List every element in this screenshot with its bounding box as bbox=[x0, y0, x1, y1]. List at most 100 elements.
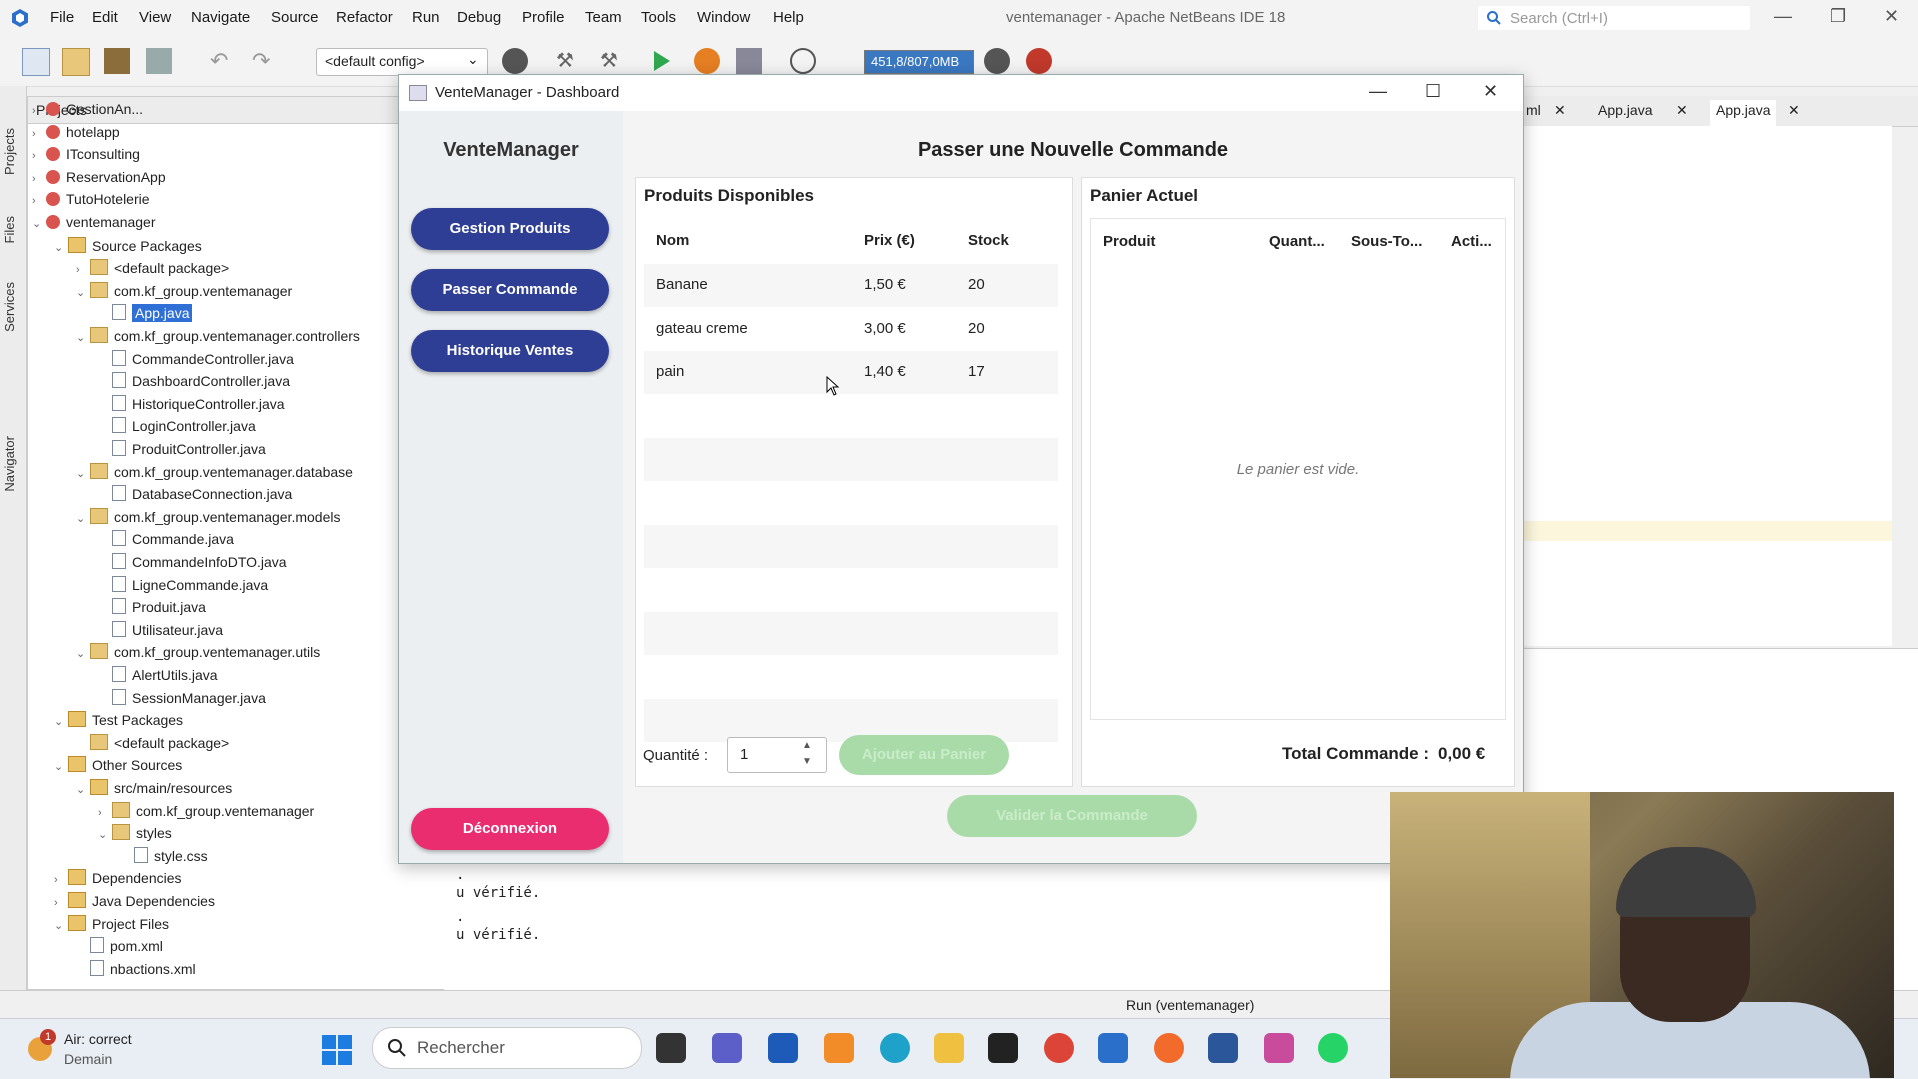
tree-toggle-icon[interactable]: › bbox=[32, 173, 46, 185]
quantity-stepper[interactable]: 1 ▲ ▼ bbox=[727, 737, 827, 773]
tree-item[interactable]: ⌄ Project Files bbox=[54, 914, 169, 937]
editor-tab-close-icon[interactable]: ✕ bbox=[1782, 100, 1806, 126]
nav-gestion-produits-button[interactable]: Gestion Produits bbox=[411, 208, 609, 250]
column-header-action[interactable]: Acti... bbox=[1451, 233, 1492, 250]
tree-toggle-icon[interactable]: ⌄ bbox=[76, 286, 90, 299]
tree-item[interactable]: AlertUtils.java bbox=[98, 666, 218, 688]
tree-item[interactable]: › <default package> bbox=[76, 259, 229, 281]
edge-icon[interactable] bbox=[880, 1033, 910, 1063]
tree-toggle-icon[interactable]: ⌄ bbox=[32, 217, 46, 230]
tree-item[interactable]: ⌄ com.kf_group.ventemanager bbox=[76, 281, 292, 304]
brave-icon[interactable] bbox=[1154, 1033, 1184, 1063]
tree-toggle-icon[interactable]: › bbox=[32, 195, 46, 207]
tree-item[interactable]: <default package> bbox=[76, 733, 229, 756]
tree-toggle-icon[interactable]: › bbox=[76, 264, 90, 276]
tree-toggle-icon[interactable]: ⌄ bbox=[76, 783, 90, 796]
menu-window[interactable]: Window bbox=[697, 9, 750, 26]
tree-item[interactable]: ⌄ com.kf_group.ventemanager.utils bbox=[76, 643, 320, 665]
config-select[interactable]: <default config> ⌄ bbox=[316, 48, 488, 76]
tree-item[interactable]: App.java bbox=[98, 304, 193, 326]
word-icon[interactable] bbox=[1208, 1033, 1238, 1063]
stepper-up-icon[interactable]: ▲ bbox=[802, 740, 812, 751]
logout-button[interactable]: Déconnexion bbox=[411, 808, 609, 850]
tree-toggle-icon[interactable]: › bbox=[32, 150, 46, 162]
netbeans-icon[interactable] bbox=[1098, 1033, 1128, 1063]
tree-toggle-icon[interactable]: ⌄ bbox=[76, 467, 90, 480]
tree-toggle-icon[interactable]: › bbox=[98, 807, 112, 819]
new-project-icon[interactable] bbox=[62, 48, 90, 76]
column-header-stock[interactable]: Stock bbox=[968, 232, 1009, 249]
tree-item[interactable]: HistoriqueController.java bbox=[98, 394, 285, 417]
menu-navigate[interactable]: Navigate bbox=[191, 9, 250, 26]
vtab-projects[interactable]: Projects bbox=[2, 128, 17, 175]
new-file-icon[interactable] bbox=[22, 48, 50, 76]
tree-item[interactable]: › com.kf_group.ventemanager bbox=[98, 801, 314, 824]
product-row[interactable]: Banane 1,50 € 20 bbox=[644, 264, 1058, 307]
menu-team[interactable]: Team bbox=[585, 9, 622, 26]
undo-icon[interactable]: ↶ bbox=[210, 48, 236, 74]
tree-item[interactable]: CommandeInfoDTO.java bbox=[98, 553, 287, 575]
windows-start-icon[interactable] bbox=[322, 1035, 352, 1065]
profile-icon[interactable] bbox=[736, 48, 762, 74]
column-header-produit[interactable]: Produit bbox=[1103, 233, 1156, 250]
tree-item[interactable]: ⌄ styles bbox=[98, 824, 172, 846]
tree-toggle-icon[interactable]: ⌄ bbox=[54, 919, 68, 932]
tree-item[interactable]: LigneCommande.java bbox=[98, 575, 268, 598]
tree-item[interactable]: LoginController.java bbox=[98, 417, 256, 439]
tree-item[interactable]: ⌄ Other Sources bbox=[54, 756, 182, 778]
store-icon[interactable] bbox=[768, 1033, 798, 1063]
menu-run[interactable]: Run bbox=[412, 9, 440, 26]
menu-profile[interactable]: Profile bbox=[522, 9, 565, 26]
gc-icon[interactable] bbox=[984, 48, 1010, 74]
tree-toggle-icon[interactable]: › bbox=[54, 874, 68, 886]
editor-tab-close-icon[interactable]: ✕ bbox=[1670, 100, 1694, 126]
editor-tab[interactable]: App.java bbox=[1592, 100, 1658, 126]
menu-file[interactable]: File bbox=[50, 9, 74, 26]
editor-area[interactable] bbox=[1520, 126, 1892, 646]
tree-item[interactable]: ⌄ com.kf_group.ventemanager.models bbox=[76, 507, 340, 530]
sticky-notes-icon[interactable] bbox=[988, 1033, 1018, 1063]
menu-help[interactable]: Help bbox=[773, 9, 804, 26]
column-header-prix[interactable]: Prix (€) bbox=[864, 232, 915, 249]
tree-item[interactable]: ⌄ Test Packages bbox=[54, 711, 183, 733]
stepper-down-icon[interactable]: ▼ bbox=[802, 756, 812, 767]
tree-item[interactable]: Utilisateur.java bbox=[98, 620, 223, 643]
stop-icon[interactable] bbox=[1026, 48, 1052, 74]
tree-item[interactable]: › hotelapp bbox=[32, 124, 120, 146]
weather-widget[interactable]: 1 Air: correct Demain bbox=[28, 1027, 188, 1071]
ide-restore-icon[interactable]: ❐ bbox=[1830, 6, 1846, 27]
build-hammer-icon[interactable]: ⚒ bbox=[556, 48, 582, 74]
ide-search-box[interactable]: Search (Ctrl+I) bbox=[1478, 6, 1750, 30]
menu-refactor[interactable]: Refactor bbox=[336, 9, 393, 26]
menu-debug[interactable]: Debug bbox=[457, 9, 501, 26]
taskbar-search[interactable]: Rechercher bbox=[372, 1027, 642, 1069]
task-view-icon[interactable] bbox=[656, 1033, 686, 1063]
tree-item[interactable]: Produit.java bbox=[98, 598, 206, 620]
maximize-icon[interactable]: ☐ bbox=[1425, 81, 1441, 102]
tree-toggle-icon[interactable]: ⌄ bbox=[54, 760, 68, 773]
column-header-quantite[interactable]: Quant... bbox=[1269, 233, 1325, 250]
chrome-icon[interactable] bbox=[1044, 1033, 1074, 1063]
tree-item[interactable]: ⌄ com.kf_group.ventemanager.database bbox=[76, 462, 353, 485]
vlc-icon[interactable] bbox=[824, 1033, 854, 1063]
vtab-files[interactable]: Files bbox=[2, 216, 17, 243]
tree-item[interactable]: style.css bbox=[120, 846, 208, 869]
tree-item[interactable]: ⌄ com.kf_group.ventemanager.controllers bbox=[76, 327, 360, 349]
tree-item[interactable]: › ITconsulting bbox=[32, 146, 140, 168]
validate-order-button[interactable]: Valider la Commande bbox=[947, 795, 1197, 837]
clean-build-icon[interactable]: ⚒ bbox=[600, 48, 626, 74]
tree-toggle-icon[interactable]: ⌄ bbox=[76, 512, 90, 525]
tree-item[interactable]: Commande.java bbox=[98, 530, 234, 552]
tree-toggle-icon[interactable]: › bbox=[32, 105, 46, 117]
add-to-cart-button[interactable]: Ajouter au Panier bbox=[839, 735, 1009, 775]
run-icon[interactable] bbox=[648, 48, 674, 74]
tree-item[interactable]: › TutoHotelerie bbox=[32, 191, 150, 213]
tree-item[interactable]: ProduitController.java bbox=[98, 440, 266, 462]
tree-item[interactable]: nbactions.xml bbox=[76, 959, 196, 982]
tree-item[interactable]: › Dependencies bbox=[54, 869, 182, 891]
file-explorer-icon[interactable] bbox=[934, 1033, 964, 1063]
tree-item[interactable]: ⌄ src/main/resources bbox=[76, 779, 232, 801]
redo-icon[interactable]: ↷ bbox=[252, 48, 278, 74]
editor-tab[interactable]: ml bbox=[1520, 100, 1547, 126]
tree-item[interactable]: pom.xml bbox=[76, 937, 163, 959]
